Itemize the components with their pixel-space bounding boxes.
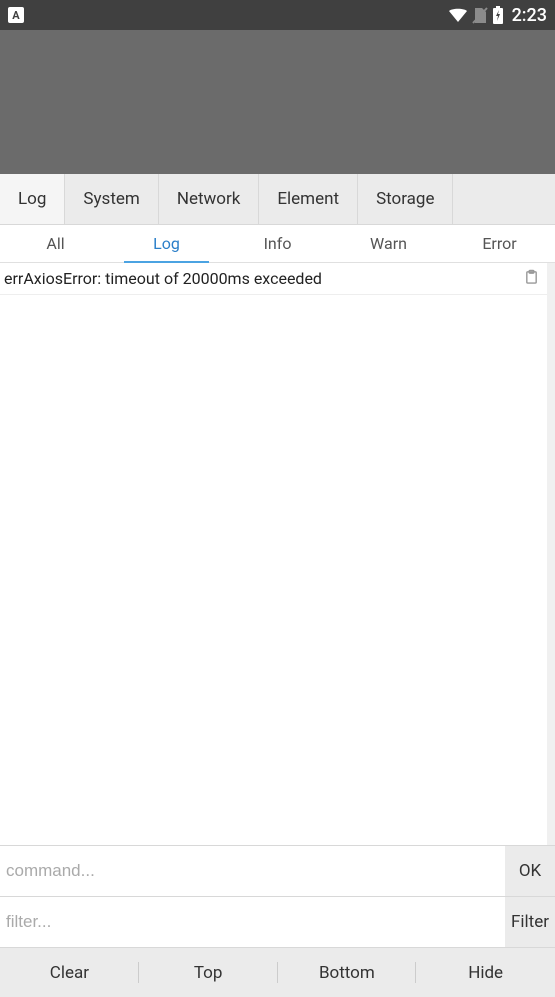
- subtab-info[interactable]: Info: [222, 225, 333, 262]
- tab-network[interactable]: Network: [159, 174, 260, 224]
- bottom-button[interactable]: Bottom: [278, 948, 417, 997]
- filter-button[interactable]: Filter: [505, 897, 555, 947]
- log-level-tabs: All Log Info Warn Error: [0, 225, 555, 263]
- status-left: A: [8, 7, 24, 23]
- hide-button[interactable]: Hide: [416, 948, 555, 997]
- command-input[interactable]: [0, 846, 505, 896]
- main-tabs: Log System Network Element Storage: [0, 174, 555, 225]
- top-button[interactable]: Top: [139, 948, 278, 997]
- clear-button[interactable]: Clear: [0, 948, 139, 997]
- log-scroll-area[interactable]: errAxiosError: timeout of 20000ms exceed…: [0, 263, 555, 845]
- subtab-all[interactable]: All: [0, 225, 111, 262]
- tab-element[interactable]: Element: [259, 174, 358, 224]
- wifi-icon: [448, 7, 468, 23]
- app-header-area: [0, 30, 555, 174]
- battery-charging-icon: [492, 6, 504, 24]
- no-sim-icon: [472, 6, 488, 24]
- log-entry[interactable]: errAxiosError: timeout of 20000ms exceed…: [0, 263, 547, 295]
- filter-row: Filter: [0, 896, 555, 947]
- status-clock: 2:23: [512, 5, 547, 26]
- clipboard-icon[interactable]: [524, 269, 539, 288]
- app-icon: A: [8, 7, 24, 23]
- log-text: errAxiosError: timeout of 20000ms exceed…: [4, 269, 322, 288]
- subtab-error[interactable]: Error: [444, 225, 555, 262]
- command-row: OK: [0, 845, 555, 896]
- subtab-log[interactable]: Log: [111, 225, 222, 262]
- subtab-warn[interactable]: Warn: [333, 225, 444, 262]
- status-bar: A 2:23: [0, 0, 555, 30]
- tab-system[interactable]: System: [65, 174, 158, 224]
- bottom-toolbar: Clear Top Bottom Hide: [0, 947, 555, 997]
- tab-storage[interactable]: Storage: [358, 174, 453, 224]
- status-right: 2:23: [448, 5, 547, 26]
- tab-log[interactable]: Log: [0, 174, 65, 224]
- ok-button[interactable]: OK: [505, 846, 555, 896]
- filter-input[interactable]: [0, 897, 505, 947]
